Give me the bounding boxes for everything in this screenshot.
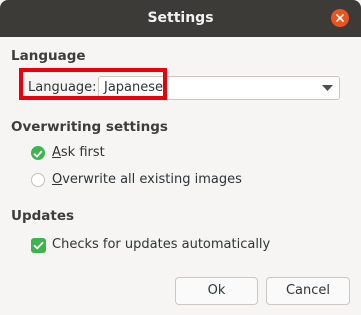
window-title: Settings: [147, 10, 214, 26]
close-button[interactable]: [331, 9, 349, 27]
radio-unselected-icon: [31, 173, 45, 187]
language-selected-value: Japanese: [104, 80, 164, 95]
updates-heading: Updates: [11, 208, 75, 224]
close-icon: [336, 14, 344, 22]
check-updates-label: Checks for updates automatically: [52, 237, 271, 252]
cancel-button[interactable]: Cancel: [266, 277, 350, 305]
checkmark-icon: [31, 238, 46, 253]
overwrite-all-label: Overwrite all existing images: [52, 172, 242, 187]
ok-button[interactable]: Ok: [175, 277, 258, 305]
title-bar: Settings: [0, 0, 361, 37]
ask-first-label: Ask first: [52, 145, 105, 160]
overwriting-heading: Overwriting settings: [11, 119, 168, 135]
language-label: Language:: [28, 80, 97, 95]
radio-selected-icon: [31, 146, 45, 160]
dropdown-arrow-icon: [322, 85, 333, 91]
language-dropdown[interactable]: Japanese: [98, 76, 340, 100]
language-heading: Language: [11, 48, 86, 64]
